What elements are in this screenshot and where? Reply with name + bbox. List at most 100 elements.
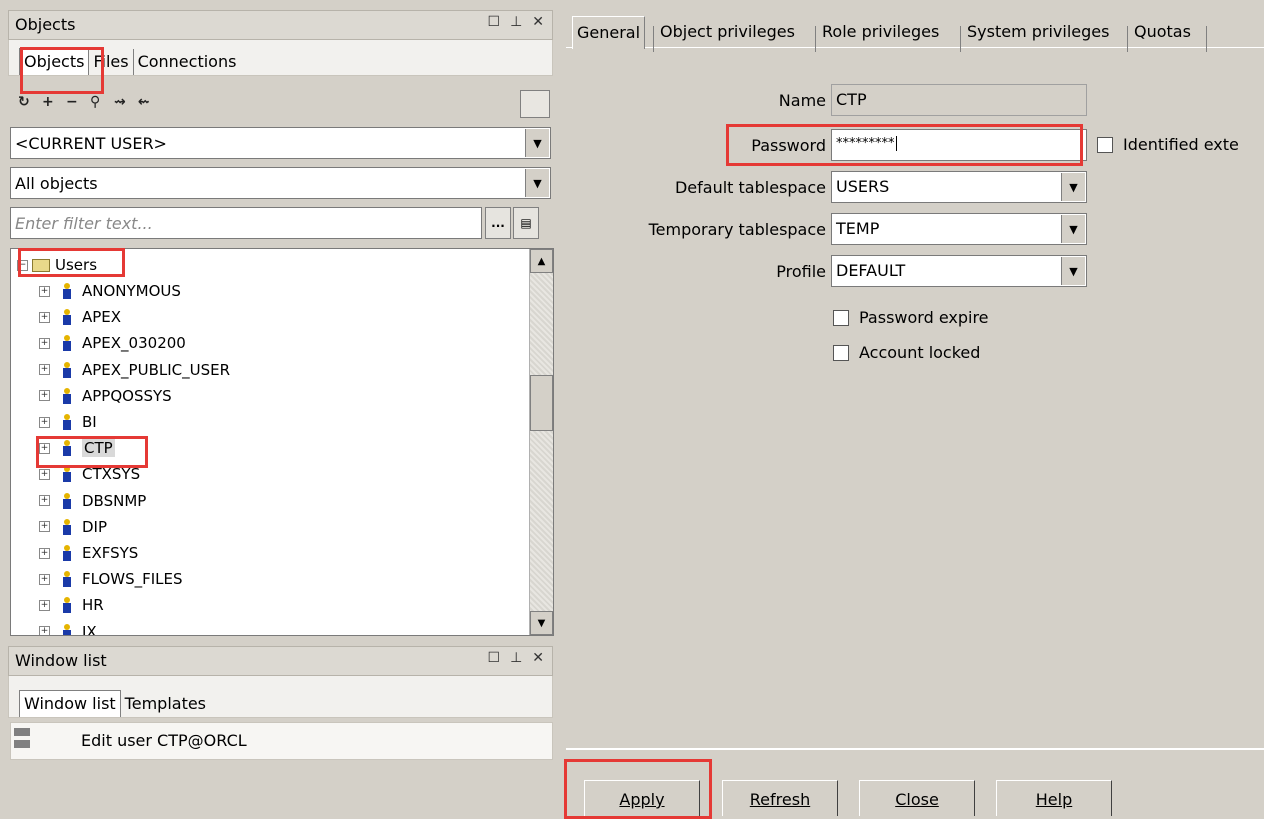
tree-item-exfsys[interactable]: + EXFSYS: [39, 540, 138, 566]
pin-icon[interactable]: ⊥: [510, 14, 522, 30]
binoculars-icon[interactable]: ⚲: [90, 94, 100, 110]
scroll-thumb[interactable]: [530, 375, 553, 431]
tree-item-apex-public-user[interactable]: + APEX_PUBLIC_USER: [39, 357, 230, 383]
filter-apply-icon[interactable]: ▤: [513, 207, 539, 239]
chevron-down-icon[interactable]: ▼: [1061, 257, 1085, 285]
profile-select[interactable]: DEFAULT ▼: [831, 255, 1087, 287]
help-button[interactable]: Help: [996, 780, 1112, 816]
refresh-button[interactable]: Refresh: [722, 780, 838, 816]
scroll-up-icon[interactable]: ▲: [530, 249, 553, 273]
identified-externally-checkbox[interactable]: [1097, 137, 1113, 153]
default-tablespace-label: Default tablespace: [674, 178, 826, 197]
window-list-item[interactable]: Edit user CTP@ORCL: [10, 722, 553, 760]
tab-window-list[interactable]: Window list: [19, 690, 121, 717]
edit-user-panel: General Object privileges Role privilege…: [564, 0, 1264, 819]
expand-icon[interactable]: +: [39, 599, 50, 611]
tree-item-dip[interactable]: + DIP: [39, 514, 107, 540]
tree-item-ctxsys[interactable]: + CTXSYS: [39, 461, 140, 487]
tab-quotas[interactable]: Quotas: [1130, 20, 1195, 43]
chevron-down-icon[interactable]: ▼: [1061, 173, 1085, 201]
restore-icon[interactable]: ☐: [488, 14, 501, 30]
apply-button[interactable]: Apply: [584, 780, 700, 816]
user-icon: [62, 361, 72, 378]
tree-item-ix[interactable]: + IX: [39, 619, 97, 635]
password-label: Password: [751, 136, 826, 155]
tab-system-privileges[interactable]: System privileges: [963, 20, 1113, 43]
add-icon[interactable]: +: [42, 94, 54, 110]
chevron-down-icon[interactable]: ▼: [525, 169, 549, 197]
user-icon: [62, 283, 72, 299]
tree-item-dbsnmp[interactable]: + DBSNMP: [39, 488, 146, 514]
name-value: CTP: [836, 90, 867, 109]
tab-files[interactable]: Files: [89, 49, 134, 75]
filter-icon[interactable]: ⇝: [114, 94, 126, 110]
expand-icon[interactable]: +: [39, 521, 50, 533]
tree-item-apex[interactable]: + APEX: [39, 304, 121, 330]
pin-icon[interactable]: ⊥: [510, 650, 522, 666]
tree-item-label: APPQOSSYS: [82, 386, 172, 405]
tree-item-flows-files[interactable]: + FLOWS_FILES: [39, 566, 183, 592]
expand-icon[interactable]: +: [39, 390, 50, 402]
filter-browse-button[interactable]: ...: [485, 207, 511, 239]
chevron-down-icon[interactable]: ▼: [525, 129, 549, 157]
tree-item-label: ANONYMOUS: [82, 282, 181, 300]
tree-scrollbar[interactable]: ▲ ▼: [529, 249, 553, 635]
expand-icon[interactable]: +: [39, 547, 50, 559]
default-tablespace-select[interactable]: USERS ▼: [831, 171, 1087, 203]
filter-input[interactable]: Enter filter text...: [10, 207, 482, 239]
restore-icon[interactable]: ☐: [488, 650, 501, 666]
close-icon[interactable]: ✕: [532, 14, 544, 30]
expand-icon[interactable]: +: [39, 626, 50, 635]
password-expire-checkbox[interactable]: [833, 310, 849, 326]
temporary-tablespace-select[interactable]: TEMP ▼: [831, 213, 1087, 245]
expand-icon[interactable]: +: [39, 364, 50, 376]
objects-tabstrip: Objects Files Connections: [8, 40, 553, 76]
expand-icon[interactable]: +: [39, 442, 50, 454]
tab-objects[interactable]: Objects: [19, 48, 90, 75]
tree-item-label: BI: [82, 413, 97, 431]
collapse-icon[interactable]: −: [17, 259, 28, 271]
filter-placeholder: Enter filter text...: [15, 214, 153, 233]
object-type-select[interactable]: All objects ▼: [10, 167, 551, 199]
tree-item-bi[interactable]: + BI: [39, 409, 97, 435]
button-bar-divider: [566, 748, 1264, 750]
tab-connections[interactable]: Connections: [134, 49, 241, 75]
expand-icon[interactable]: +: [39, 573, 50, 585]
left-panel: Objects ☐ ⊥ ✕ Objects Files Connections …: [0, 0, 560, 813]
expand-icon[interactable]: +: [39, 337, 50, 349]
remove-icon[interactable]: −: [66, 94, 78, 110]
password-field[interactable]: *********: [831, 129, 1087, 161]
user-select-value: <CURRENT USER>: [15, 134, 167, 153]
temporary-tablespace-value: TEMP: [836, 219, 880, 238]
tree-item-hr[interactable]: + HR: [39, 592, 104, 618]
tree-item-label: DIP: [82, 517, 108, 536]
account-locked-checkbox[interactable]: [833, 345, 849, 361]
expand-icon[interactable]: +: [39, 285, 50, 297]
expand-icon[interactable]: +: [39, 416, 50, 428]
tree-item-ctp[interactable]: + CTP: [39, 435, 115, 461]
expand-icon[interactable]: +: [39, 311, 50, 323]
tab-general[interactable]: General: [572, 16, 646, 49]
tree-item-appqossys[interactable]: + APPQOSSYS: [39, 383, 172, 409]
clear-filter-icon[interactable]: ⇜: [138, 94, 150, 110]
expand-icon[interactable]: +: [39, 495, 50, 507]
tab-object-privileges[interactable]: Object privileges: [656, 20, 799, 43]
panel-controls: ☐ ⊥ ✕: [488, 650, 545, 666]
scroll-down-icon[interactable]: ▼: [530, 611, 553, 635]
close-icon[interactable]: ✕: [532, 650, 544, 666]
tree-root-users[interactable]: − Users: [17, 252, 97, 278]
tab-role-privileges[interactable]: Role privileges: [818, 20, 943, 43]
chevron-down-icon[interactable]: ▼: [1061, 215, 1085, 243]
tab-templates[interactable]: Templates: [121, 691, 210, 717]
user-select[interactable]: <CURRENT USER> ▼: [10, 127, 551, 159]
tree-item-apex-030200[interactable]: + APEX_030200: [39, 330, 186, 356]
close-button[interactable]: Close: [859, 780, 975, 816]
expand-icon[interactable]: +: [39, 468, 50, 480]
identified-externally-label: Identified exte: [1123, 135, 1239, 154]
tree-item-label: DBSNMP: [82, 491, 147, 510]
profile-value: DEFAULT: [836, 261, 906, 280]
toolbar-option-box[interactable]: [520, 90, 550, 118]
tree-item-anonymous[interactable]: + ANONYMOUS: [39, 278, 181, 304]
user-icon: [62, 440, 72, 457]
refresh-icon[interactable]: ↻: [18, 94, 30, 110]
